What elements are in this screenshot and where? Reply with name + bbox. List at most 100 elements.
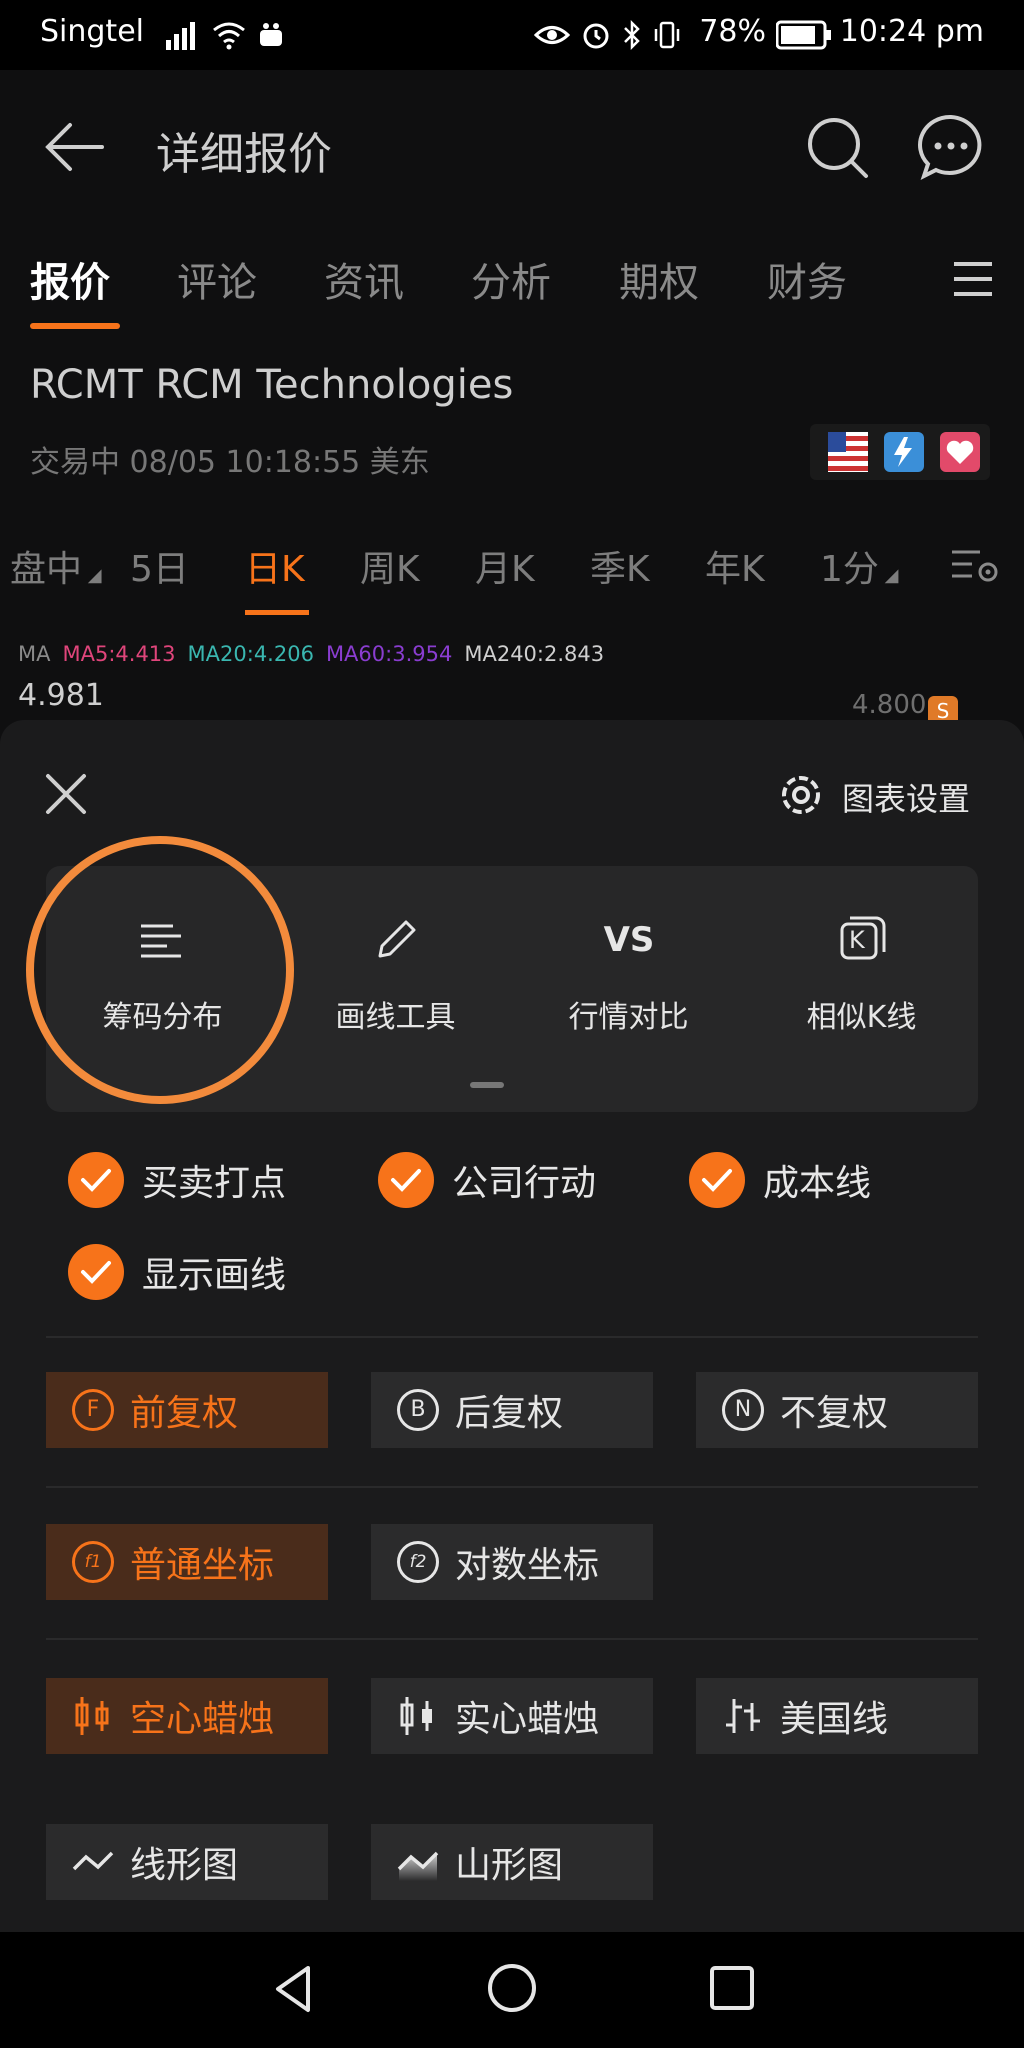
letter-n-circle-icon: N [722,1389,764,1431]
mountain-chart-icon [397,1851,439,1881]
tab-quote[interactable]: 报价 [30,250,110,308]
hamburger-menu-icon[interactable] [952,258,994,300]
divider [46,1336,978,1338]
status-left-icons [166,18,286,52]
style-hollow-candle-button[interactable]: 空心蜡烛 [46,1678,328,1754]
tool-compare[interactable]: VS 行情对比 [512,866,745,1112]
tool-drawing[interactable]: 画线工具 [279,866,512,1112]
checkmark-icon [68,1244,124,1300]
tab-analysis[interactable]: 分析 [471,250,551,308]
ohlc-bar-icon [726,1699,760,1733]
check-show-drawings[interactable]: 显示画线 [68,1244,286,1300]
option-label: 线形图 [130,1845,239,1886]
vibrate-icon [654,21,680,49]
chart-settings-icon[interactable] [950,544,1000,584]
tab-comments[interactable]: 评论 [177,250,257,308]
page-title: 详细报价 [156,129,332,180]
tool-label: 行情对比 [568,1000,689,1035]
alarm-icon [583,23,609,49]
option-label: 普通坐标 [130,1545,275,1586]
option-label: 实心蜡烛 [455,1699,600,1740]
period-tab-label: 盘中 [10,549,83,590]
period-tab-yearly-k[interactable]: 年K [705,540,765,592]
axis-linear-button[interactable]: f1 普通坐标 [46,1524,328,1600]
ma5-value: MA5:4.413 [62,642,176,666]
hollow-candle-icon [75,1697,109,1735]
ma-label: MA [18,642,51,666]
icon-letter: f2 [409,1552,427,1572]
f1-circle-icon: f1 [72,1541,114,1583]
check-trade-points[interactable]: 买卖打点 [68,1152,286,1208]
icon-letter: B [410,1397,426,1422]
period-tab-intraday[interactable]: 盘中 ◢ [10,540,102,592]
similar-k-icon: K [836,914,888,966]
f2-circle-icon: f2 [397,1541,439,1583]
divider [46,1486,978,1488]
letter-f-circle-icon: F [72,1389,114,1431]
battery-percent: 78% [699,14,766,49]
solid-candle-icon [400,1697,432,1735]
back-arrow-icon[interactable] [40,112,110,182]
line-chart-icon [72,1851,114,1871]
stock-name: RCMT RCM Technologies [30,362,514,408]
adjust-none-button[interactable]: N 不复权 [696,1372,978,1448]
vs-icon: VS [603,920,655,960]
check-label: 成本线 [763,1163,872,1204]
status-right-icons [534,18,682,52]
tool-label: 相似K线 [806,1000,917,1035]
option-label: 山形图 [455,1845,564,1886]
adjust-forward-button[interactable]: F 前复权 [46,1372,328,1448]
style-line-chart-button[interactable]: 线形图 [46,1824,328,1900]
close-icon[interactable] [42,770,90,818]
battery-icon [776,20,831,50]
period-tab-daily-k[interactable]: 日K [245,540,305,592]
chart-high-price: 4.981 [18,678,104,713]
check-corporate-actions[interactable]: 公司行动 [378,1152,596,1208]
check-label: 显示画线 [142,1255,287,1296]
ma60-value: MA60:3.954 [325,642,453,666]
chat-icon[interactable] [916,112,986,182]
icon-letter: f1 [84,1552,102,1572]
tool-label: 画线工具 [335,1000,456,1035]
chart-price-label: 4.800 [852,690,927,720]
adjust-backward-button[interactable]: B 后复权 [371,1372,653,1448]
ma-indicator-row: MA MA5:4.413 MA20:4.206 MA60:3.954 MA240… [18,642,604,666]
check-cost-line[interactable]: 成本线 [689,1152,871,1208]
letter-b-circle-icon: B [397,1389,439,1431]
period-tab-5day[interactable]: 5日 [130,540,189,592]
nav-recent-apps-icon[interactable] [704,1960,760,2016]
panel-drag-handle[interactable] [470,1082,504,1088]
style-mountain-chart-button[interactable]: 山形图 [371,1824,653,1900]
checkmark-icon [689,1152,745,1208]
style-ohlc-button[interactable]: 美国线 [696,1678,978,1754]
status-bar: Singtel 78% 10:24 pm [0,0,1024,70]
tab-financials[interactable]: 财务 [767,250,847,308]
tab-news[interactable]: 资讯 [324,250,404,308]
clock: 10:24 pm [839,14,984,49]
check-label: 公司行动 [452,1163,597,1204]
nav-home-icon[interactable] [484,1960,540,2016]
tab-active-indicator [30,323,120,329]
highlight-circle [26,836,294,1104]
period-tab-monthly-k[interactable]: 月K [475,540,535,592]
gear-icon[interactable] [774,768,828,822]
check-label: 买卖打点 [142,1163,287,1204]
option-label: 后复权 [455,1393,564,1434]
style-solid-candle-button[interactable]: 实心蜡烛 [371,1678,653,1754]
option-label: 对数坐标 [455,1545,600,1586]
chart-settings-link[interactable]: 图表设置 [842,774,970,820]
us-flag-icon [828,432,868,472]
axis-log-button[interactable]: f2 对数坐标 [371,1524,653,1600]
tool-similar-k[interactable]: K 相似K线 [745,866,978,1112]
bluetooth-icon [624,19,640,51]
nav-back-icon[interactable] [268,1962,322,2016]
icon-letter: F [86,1397,100,1422]
period-tab-1min[interactable]: 1分 ◢ [820,540,898,592]
period-tab-indicator [245,610,309,615]
period-tab-weekly-k[interactable]: 周K [360,540,420,592]
divider [46,1638,978,1640]
favorite-heart-icon[interactable] [940,432,980,472]
search-icon[interactable] [802,112,872,182]
period-tab-quarterly-k[interactable]: 季K [590,540,650,592]
tab-options[interactable]: 期权 [619,250,699,308]
